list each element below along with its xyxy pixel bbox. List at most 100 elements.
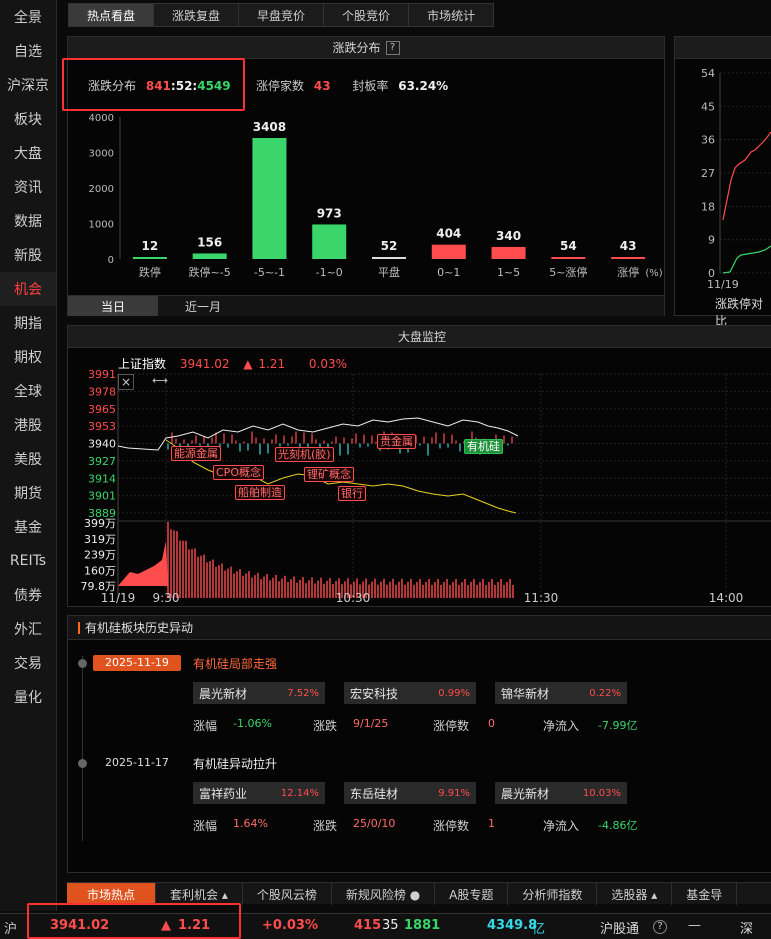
bottom-tab-3[interactable]: 新规风险榜 ● bbox=[332, 883, 436, 905]
x-tick-label: 0~1 bbox=[437, 266, 460, 279]
status-amount-unit: 亿 bbox=[532, 922, 546, 937]
stock-chip[interactable]: 宏安科技 0.99% bbox=[344, 682, 476, 704]
nav-item-7[interactable]: 新股 bbox=[0, 238, 56, 272]
top-tab-2[interactable]: 早盘竞价 bbox=[239, 3, 325, 27]
nav-item-16[interactable]: REITs bbox=[0, 544, 56, 578]
stock-pct: 9.91% bbox=[438, 787, 470, 799]
event-stat-jl-label: 净流入 bbox=[543, 719, 580, 733]
nav-item-17[interactable]: 债券 bbox=[0, 578, 56, 612]
nav-item-8[interactable]: 机会 bbox=[0, 272, 56, 306]
volume-tick: 239万 bbox=[84, 549, 116, 562]
help-icon[interactable]: ? bbox=[653, 920, 667, 934]
concept-tag[interactable]: 船舶制造 bbox=[235, 485, 285, 500]
nav-item-2[interactable]: 沪深京 bbox=[0, 68, 56, 102]
nav-item-13[interactable]: 美股 bbox=[0, 442, 56, 476]
volume-tick: 399万 bbox=[84, 517, 116, 530]
event-title[interactable]: 有机硅局部走强 bbox=[193, 655, 277, 672]
stock-pct: 10.03% bbox=[582, 787, 621, 799]
status-shen[interactable]: 深 bbox=[740, 918, 753, 937]
stock-chip[interactable]: 锦华新材 0.22% bbox=[495, 682, 627, 704]
monitor-title: 大盘监控 bbox=[397, 330, 446, 344]
side-y-tick: 54 bbox=[701, 67, 715, 80]
top-tab-1[interactable]: 涨跌复盘 bbox=[154, 3, 240, 27]
status-up-count: 415 bbox=[354, 918, 382, 933]
nav-item-1[interactable]: 自选 bbox=[0, 34, 56, 68]
nav-item-15[interactable]: 基金 bbox=[0, 510, 56, 544]
event-stat-jl: -7.99亿 bbox=[598, 719, 638, 732]
concept-tag[interactable]: 有机硅 bbox=[464, 439, 503, 454]
limit-stats: 涨停家数 43 封板率 63.24% bbox=[256, 77, 448, 94]
stock-chip[interactable]: 晨光新材 10.03% bbox=[495, 782, 627, 804]
stock-chip[interactable]: 晨光新材 7.52% bbox=[193, 682, 325, 704]
y-tick-label: 4000 bbox=[89, 113, 114, 124]
side-red-line bbox=[722, 131, 771, 221]
connect-link[interactable]: 沪股通 bbox=[600, 918, 639, 937]
concept-tag[interactable]: 银行 bbox=[338, 486, 366, 501]
bottom-tab-1[interactable]: 套利机会 ▴ bbox=[156, 883, 243, 905]
event-title[interactable]: 有机硅异动拉升 bbox=[193, 755, 277, 772]
top-tab-4[interactable]: 市场统计 bbox=[409, 3, 495, 27]
distribution-bar-chart: 0 1000 2000 3000 4000 12 跌停 156 跌停~-5 3408 -5~-1 97… bbox=[89, 113, 663, 279]
concept-tag[interactable]: CPO概念 bbox=[213, 465, 264, 480]
bottom-tab-6[interactable]: 选股器 ▴ bbox=[597, 883, 673, 905]
side-y-tick: 27 bbox=[701, 167, 715, 180]
side-y-tick: 36 bbox=[701, 134, 715, 147]
nav-item-19[interactable]: 交易 bbox=[0, 646, 56, 680]
dist-tabs: 当日 近一月 bbox=[68, 295, 664, 316]
time-tick: 11:30 bbox=[524, 591, 559, 605]
bottom-tab-2[interactable]: 个股风云榜 bbox=[243, 883, 332, 905]
event-stat-zd-label: 涨跌 bbox=[313, 719, 338, 733]
bottom-tab-5[interactable]: 分析师指数 bbox=[508, 883, 598, 905]
y-tick-label: 3000 bbox=[89, 149, 114, 160]
left-nav: 全景 自选 沪深京 板块 大盘 资讯 数据 新股 机会 期指 期权 全球 港股 美股 期货 基金 REITs 债券… bbox=[0, 0, 57, 911]
concept-tag[interactable]: 贵金属 bbox=[377, 434, 416, 449]
bottom-tab-4[interactable]: A股专题 bbox=[435, 883, 509, 905]
bar-value-label: 973 bbox=[317, 206, 342, 220]
nav-item-6[interactable]: 数据 bbox=[0, 204, 56, 238]
header-accent bbox=[78, 621, 80, 634]
event-stat-zf: 1.64% bbox=[233, 817, 268, 830]
side-y-tick: 45 bbox=[701, 100, 715, 113]
nav-item-11[interactable]: 全球 bbox=[0, 374, 56, 408]
concept-tag[interactable]: 能源金属 bbox=[171, 446, 221, 461]
stock-chip[interactable]: 富祥药业 12.14% bbox=[193, 782, 325, 804]
resize-icon[interactable]: ⟷ bbox=[150, 374, 170, 390]
bottom-tab-7[interactable]: 基金导 bbox=[672, 883, 738, 905]
close-icon[interactable]: × bbox=[118, 374, 134, 390]
nav-item-5[interactable]: 资讯 bbox=[0, 170, 56, 204]
help-icon[interactable]: ? bbox=[385, 40, 400, 55]
top-tab-0[interactable]: 热点看盘 bbox=[68, 3, 155, 27]
nav-item-12[interactable]: 港股 bbox=[0, 408, 56, 442]
limit-compare-panel: 54 45 36 27 18 9 0 11/19 涨跌停对比 bbox=[674, 36, 771, 328]
tab-recent-month[interactable]: 近一月 bbox=[158, 296, 248, 316]
top-tabs: 热点看盘 涨跌复盘 早盘竞价 个股竞价 市场统计 bbox=[68, 3, 495, 27]
price-tick-green: 3927 bbox=[88, 455, 116, 468]
nav-item-0[interactable]: 全景 bbox=[0, 0, 56, 34]
timeline-line bbox=[82, 656, 83, 841]
bottom-tab-0[interactable]: 市场热点 bbox=[67, 883, 157, 905]
nav-item-3[interactable]: 板块 bbox=[0, 102, 56, 136]
nav-item-10[interactable]: 期权 bbox=[0, 340, 56, 374]
stock-chip[interactable]: 东岳硅材 9.91% bbox=[344, 782, 476, 804]
nav-item-20[interactable]: 量化 bbox=[0, 680, 56, 714]
status-pct: +0.03% bbox=[262, 918, 318, 933]
concept-tag[interactable]: 光刻机(胶) bbox=[275, 447, 334, 462]
nav-item-18[interactable]: 外汇 bbox=[0, 612, 56, 646]
nav-item-14[interactable]: 期货 bbox=[0, 476, 56, 510]
seal-value: 63.24% bbox=[398, 79, 449, 93]
stock-pct: 7.52% bbox=[287, 687, 319, 699]
volume-tick: 319万 bbox=[84, 533, 116, 546]
tab-today[interactable]: 当日 bbox=[68, 296, 158, 316]
concept-tag[interactable]: 锂矿概念 bbox=[304, 467, 354, 482]
bar bbox=[611, 257, 646, 259]
nav-item-9[interactable]: 期指 bbox=[0, 306, 56, 340]
limit-value: 43 bbox=[313, 79, 331, 93]
price-tick-mid: 3940 bbox=[88, 438, 116, 451]
stock-name: 晨光新材 bbox=[501, 786, 550, 801]
y-tick-label: 0 bbox=[108, 255, 114, 266]
history-title: 有机硅板块历史异动 bbox=[85, 621, 194, 635]
top-tab-3[interactable]: 个股竞价 bbox=[324, 3, 410, 27]
bar-value-label: 404 bbox=[436, 227, 461, 241]
nav-item-4[interactable]: 大盘 bbox=[0, 136, 56, 170]
bar bbox=[192, 253, 227, 259]
